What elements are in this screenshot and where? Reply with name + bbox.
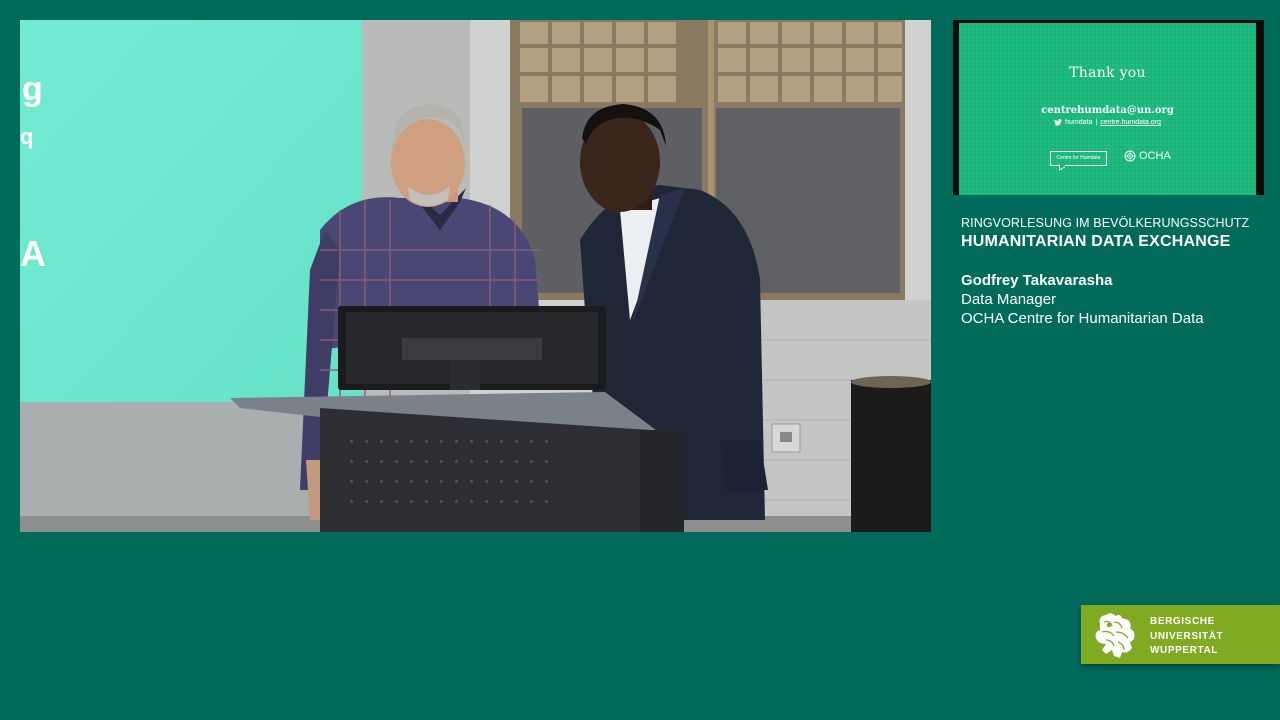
university-logo: BERGISCHE UNIVERSITÄT WUPPERTAL [1081,605,1280,664]
slide-separator: | [1095,119,1098,126]
university-name: BERGISCHE UNIVERSITÄT WUPPERTAL [1150,615,1223,659]
slide-thanks-text: Thank you [1069,65,1146,81]
lion-crest-icon [1095,613,1135,658]
talk-title: HUMANITARIAN DATA EXCHANGE [961,233,1231,250]
centre-humdata-logo: Centre for Humdata [1050,151,1107,166]
slide-links: humdata | centre.humdata.org [959,119,1256,126]
university-name-line: WUPPERTAL [1150,645,1218,656]
ocha-label: OCHA [1139,150,1171,162]
twitter-icon [1054,119,1063,126]
slide-email: centrehumdata@un.org [1041,105,1174,116]
lecture-series-label: RINGVORLESUNG IM BEVÖLKERUNGSSCHUTZ [961,216,1250,230]
university-name-line: BERGISCHE [1150,616,1215,627]
slide-twitter-handle: humdata [1065,119,1093,126]
projector-text-fragment: q [20,124,33,149]
lecture-scene: g q A [20,20,931,532]
lecture-video[interactable]: g q A [20,20,931,532]
slide-website-link: centre.humdata.org [1100,119,1161,126]
university-name-line: UNIVERSITÄT [1150,630,1224,642]
slide-content: Thank you centrehumdata@un.org humdata |… [959,23,1256,195]
speaker-name: Godfrey Takavarasha [961,272,1113,289]
ocha-logo: OCHA [1124,150,1171,162]
slide-preview[interactable]: Thank you centrehumdata@un.org humdata |… [953,20,1264,195]
speaker-organization: OCHA Centre for Humanitarian Data [961,310,1204,327]
un-emblem-icon [1124,150,1136,162]
projector-text-fragment: g [22,70,43,108]
speaker-role: Data Manager [961,291,1057,308]
projector-text-fragment: A [20,233,46,274]
